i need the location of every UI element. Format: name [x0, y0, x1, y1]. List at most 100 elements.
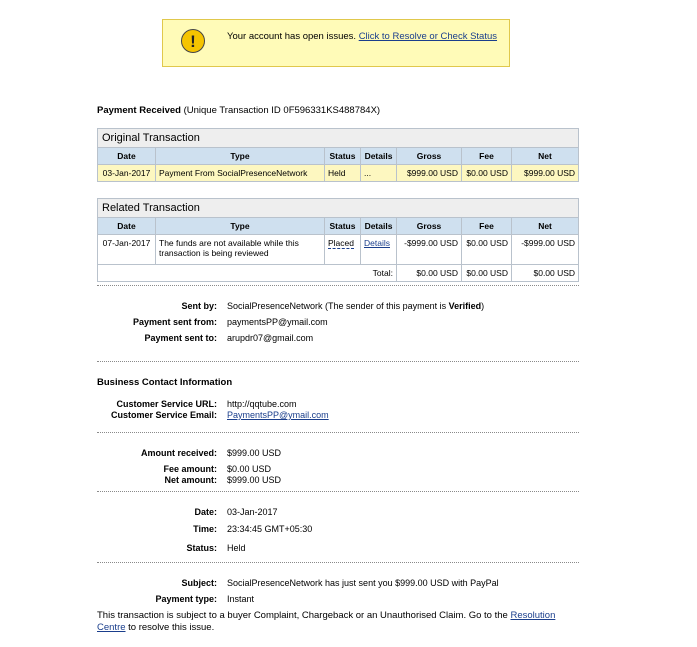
date-row: Date: 03-Jan-2017 — [97, 507, 579, 520]
sent-from-label: Payment sent from: — [132, 317, 217, 327]
sent-to-value: arupdr07@gmail.com — [227, 333, 314, 343]
cell-status: Placed — [324, 234, 361, 265]
alert-message-text: Your account has open issues. — [227, 31, 357, 42]
sender-info: Sent by: SocialPresenceNetwork (The send… — [97, 301, 579, 346]
cell-fee: $0.00 USD — [461, 164, 512, 182]
business-contact-heading: Business Contact Information — [97, 377, 233, 388]
col-type: Type — [155, 217, 325, 235]
alert-message: Your account has open issues. Click to R… — [227, 31, 497, 42]
sent-from-row: Payment sent from: paymentsPP@ymail.com — [97, 317, 579, 330]
page-title: Payment Received — [97, 105, 181, 116]
col-date: Date — [97, 217, 156, 235]
status-placed: Placed — [328, 238, 354, 249]
amount-received-label: Amount received: — [140, 448, 217, 458]
details-link[interactable]: Details — [364, 238, 390, 248]
net-amount-row: Net amount: $999.00 USD — [97, 475, 579, 488]
sent-by-value: SocialPresenceNetwork (The sender of thi… — [227, 301, 484, 311]
net-amount-value: $999.00 USD — [227, 475, 282, 485]
cell-net: $999.00 USD — [510, 164, 580, 182]
cell-status: Held — [324, 164, 361, 182]
fee-amount-label: Fee amount: — [163, 464, 217, 474]
service-email-link[interactable]: PaymentsPP@ymail.com — [227, 410, 329, 420]
sent-from-value: paymentsPP@ymail.com — [227, 317, 328, 327]
footer-notice: This transaction is subject to a buyer C… — [97, 610, 567, 634]
total-net: $0.00 USD — [510, 264, 580, 282]
total-label: Total: — [97, 264, 397, 282]
footer-text: This transaction is subject to a buyer C… — [97, 610, 511, 621]
col-status: Status — [324, 147, 361, 165]
resolve-status-link[interactable]: Click to Resolve or Check Status — [359, 31, 497, 42]
cell-net: -$999.00 USD — [510, 234, 580, 265]
subject-info: Subject: SocialPresenceNetwork has just … — [97, 578, 579, 607]
related-transaction-caption: Related Transaction — [96, 198, 580, 218]
cell-gross: $999.00 USD — [396, 164, 462, 182]
time-value: 23:34:45 GMT+05:30 — [227, 524, 313, 534]
total-fee: $0.00 USD — [461, 264, 512, 282]
sent-to-label: Payment sent to: — [144, 333, 217, 343]
transaction-id: (Unique Transaction ID 0F596331KS488784X… — [183, 105, 381, 116]
original-transaction-panel: Original Transaction Date Type Status De… — [96, 128, 580, 182]
cell-date: 03-Jan-2017 — [97, 164, 156, 182]
datetime-info: Date: 03-Jan-2017 Time: 23:34:45 GMT+05:… — [97, 507, 579, 556]
cell-type: Payment From SocialPresenceNetwork — [155, 164, 325, 182]
original-transaction-caption: Original Transaction — [96, 128, 580, 148]
col-type: Type — [155, 147, 325, 165]
col-details: Details — [360, 217, 397, 235]
service-url-value: http://qqtube.com — [227, 399, 297, 409]
divider — [97, 432, 579, 433]
warning-exclamation-icon: ! — [181, 29, 205, 53]
service-url-label: Customer Service URL: — [116, 399, 217, 409]
cell-fee: $0.00 USD — [461, 234, 512, 265]
table-header-row: Date Type Status Details Gross Fee Net — [97, 217, 580, 235]
col-fee: Fee — [461, 217, 512, 235]
subject-label: Subject: — [181, 578, 217, 588]
service-email-label: Customer Service Email: — [110, 410, 217, 420]
sent-to-row: Payment sent to: arupdr07@gmail.com — [97, 333, 579, 346]
divider — [97, 562, 579, 563]
related-transaction-panel: Related Transaction Date Type Status Det… — [96, 198, 580, 282]
cell-details: ... — [360, 164, 397, 182]
cell-details: Details — [360, 234, 397, 265]
table-header-row: Date Type Status Details Gross Fee Net — [97, 147, 580, 165]
table-row: 03-Jan-2017 Payment From SocialPresenceN… — [97, 164, 580, 182]
fee-amount-value: $0.00 USD — [227, 464, 272, 474]
total-row: Total: $0.00 USD $0.00 USD $0.00 USD — [97, 264, 580, 282]
amount-received-row: Amount received: $999.00 USD — [97, 448, 579, 461]
sent-by-row: Sent by: SocialPresenceNetwork (The send… — [97, 301, 579, 314]
time-label: Time: — [193, 524, 217, 534]
sent-by-text: SocialPresenceNetwork (The sender of thi… — [227, 301, 449, 311]
col-details: Details — [360, 147, 397, 165]
amount-received-value: $999.00 USD — [227, 448, 282, 458]
payment-type-label: Payment type: — [155, 594, 217, 604]
verified-text: Verified — [448, 301, 482, 311]
status-value: Held — [227, 543, 246, 553]
subject-value: SocialPresenceNetwork has just sent you … — [227, 578, 499, 588]
footer-text-end: to resolve this issue. — [125, 622, 215, 633]
service-url-row: Customer Service URL: http://qqtube.com — [97, 399, 579, 410]
col-status: Status — [324, 217, 361, 235]
subject-row: Subject: SocialPresenceNetwork has just … — [97, 578, 579, 591]
date-label: Date: — [194, 507, 217, 517]
table-row: 07-Jan-2017 The funds are not available … — [97, 234, 580, 265]
cell-gross: -$999.00 USD — [396, 234, 462, 265]
divider — [97, 491, 579, 492]
original-transaction-table: Original Transaction Date Type Status De… — [96, 128, 580, 182]
col-gross: Gross — [396, 217, 462, 235]
cell-date: 07-Jan-2017 — [97, 234, 156, 265]
service-email-row: Customer Service Email: PaymentsPP@ymail… — [97, 410, 579, 423]
cell-type: The funds are not available while this t… — [155, 234, 325, 265]
time-row: Time: 23:34:45 GMT+05:30 — [97, 524, 579, 537]
business-contact-info: Customer Service URL: http://qqtube.com … — [97, 399, 579, 423]
col-gross: Gross — [396, 147, 462, 165]
payment-header: Payment Received (Unique Transaction ID … — [97, 105, 579, 116]
divider — [97, 361, 579, 362]
account-issues-alert: ! Your account has open issues. Click to… — [162, 19, 510, 67]
net-amount-label: Net amount: — [164, 475, 218, 485]
col-date: Date — [97, 147, 156, 165]
col-net: Net — [510, 147, 580, 165]
related-transaction-table: Related Transaction Date Type Status Det… — [96, 198, 580, 282]
total-gross: $0.00 USD — [396, 264, 462, 282]
payment-type-value: Instant — [227, 594, 255, 604]
divider — [97, 285, 579, 286]
fee-amount-row: Fee amount: $0.00 USD — [97, 464, 579, 475]
